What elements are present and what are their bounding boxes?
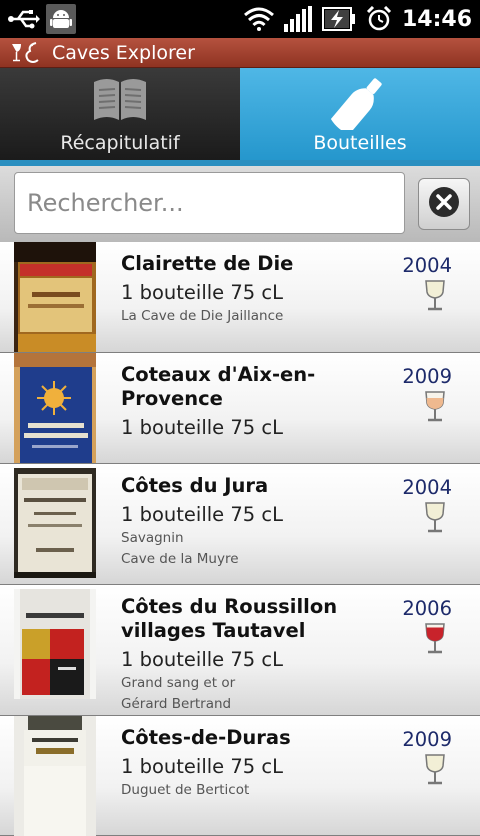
wifi-icon [243,7,274,31]
usb-icon [8,4,40,34]
wine-logo-icon [10,41,44,69]
tab-bouteilles[interactable]: Bouteilles [240,68,480,162]
bottle-name: Côtes du Jura [121,474,269,497]
bottle-name: Côtes du Roussillon villages Tautavel [121,595,338,642]
android-debug-icon [46,4,76,34]
bottle-info: Côtes du Roussillon villages Tautavel 1 … [121,595,381,715]
bottle-photo [14,589,96,699]
bottle-quantity: 1 bouteille 75 cL [121,503,283,526]
bottle-name: Coteaux d'Aix-en-Provence [121,363,316,410]
bottle-quantity: 1 bouteille 75 cL [121,755,283,778]
tab-label: Bouteilles [313,132,407,154]
bottle-year: 2004 [402,254,452,277]
bottle-info: Clairette de Die 1 bouteille 75 cL La Ca… [121,252,381,327]
bottle-quantity: 1 bouteille 75 cL [121,648,283,671]
red-wine-glass-icon [424,623,446,659]
bottle-quantity: 1 bouteille 75 cL [121,281,283,304]
bottle-year: 2009 [402,365,452,388]
white-wine-glass-icon [424,754,446,790]
bottle-photo [14,353,96,463]
list-item[interactable]: Côtes du Roussillon villages Tautavel 1 … [0,585,480,716]
app-title: Caves Explorer [52,42,195,64]
search-input[interactable] [14,172,405,234]
alarm-clock-icon [366,6,392,32]
rose-wine-glass-icon [424,391,446,427]
bottle-quantity: 1 bouteille 75 cL [121,416,283,439]
search-bar [0,166,480,242]
bottle-detail: Cave de la Muyre [121,551,239,567]
bottle-list: Clairette de Die 1 bouteille 75 cL La Ca… [0,242,480,836]
bottle-photo [14,716,96,836]
bottle-photo [14,468,96,578]
list-item[interactable]: Clairette de Die 1 bouteille 75 cL La Ca… [0,242,480,353]
bottle-info: Côtes-de-Duras 1 bouteille 75 cL Duguet … [121,726,381,801]
list-item[interactable]: Coteaux d'Aix-en-Provence 1 bouteille 75… [0,353,480,464]
tab-recapitulatif[interactable]: Récapitulatif [0,68,240,162]
bottle-info: Côtes du Jura 1 bouteille 75 cL Savagnin… [121,474,381,570]
bottle-name: Côtes-de-Duras [121,726,291,749]
bottle-info: Coteaux d'Aix-en-Provence 1 bouteille 75… [121,363,381,441]
bottle-detail: Grand sang et or [121,675,236,691]
white-wine-glass-icon [424,502,446,538]
status-time: 14:46 [401,6,472,32]
book-icon [90,76,150,128]
bottle-year: 2009 [402,728,452,751]
tab-bar: Récapitulatif Bouteilles [0,68,480,162]
bottle-year: 2006 [402,597,452,620]
clear-search-button[interactable] [418,178,470,230]
bottle-detail: Gérard Bertrand [121,696,232,712]
bottle-detail: Savagnin [121,530,184,546]
bottle-icon [328,76,392,135]
close-icon [427,185,461,223]
status-bar: 14:46 [0,0,480,38]
white-wine-glass-icon [424,280,446,316]
signal-icon [283,6,312,32]
list-item[interactable]: Côtes-de-Duras 1 bouteille 75 cL Duguet … [0,716,480,836]
battery-charging-icon [321,7,356,31]
app-title-bar: Caves Explorer [0,38,480,68]
tab-label: Récapitulatif [60,132,180,154]
bottle-detail: La Cave de Die Jaillance [121,308,284,324]
bottle-year: 2004 [402,476,452,499]
list-item[interactable]: Côtes du Jura 1 bouteille 75 cL Savagnin… [0,464,480,585]
bottle-detail: Duguet de Berticot [121,782,250,798]
bottle-photo [14,242,96,352]
bottle-name: Clairette de Die [121,252,294,275]
